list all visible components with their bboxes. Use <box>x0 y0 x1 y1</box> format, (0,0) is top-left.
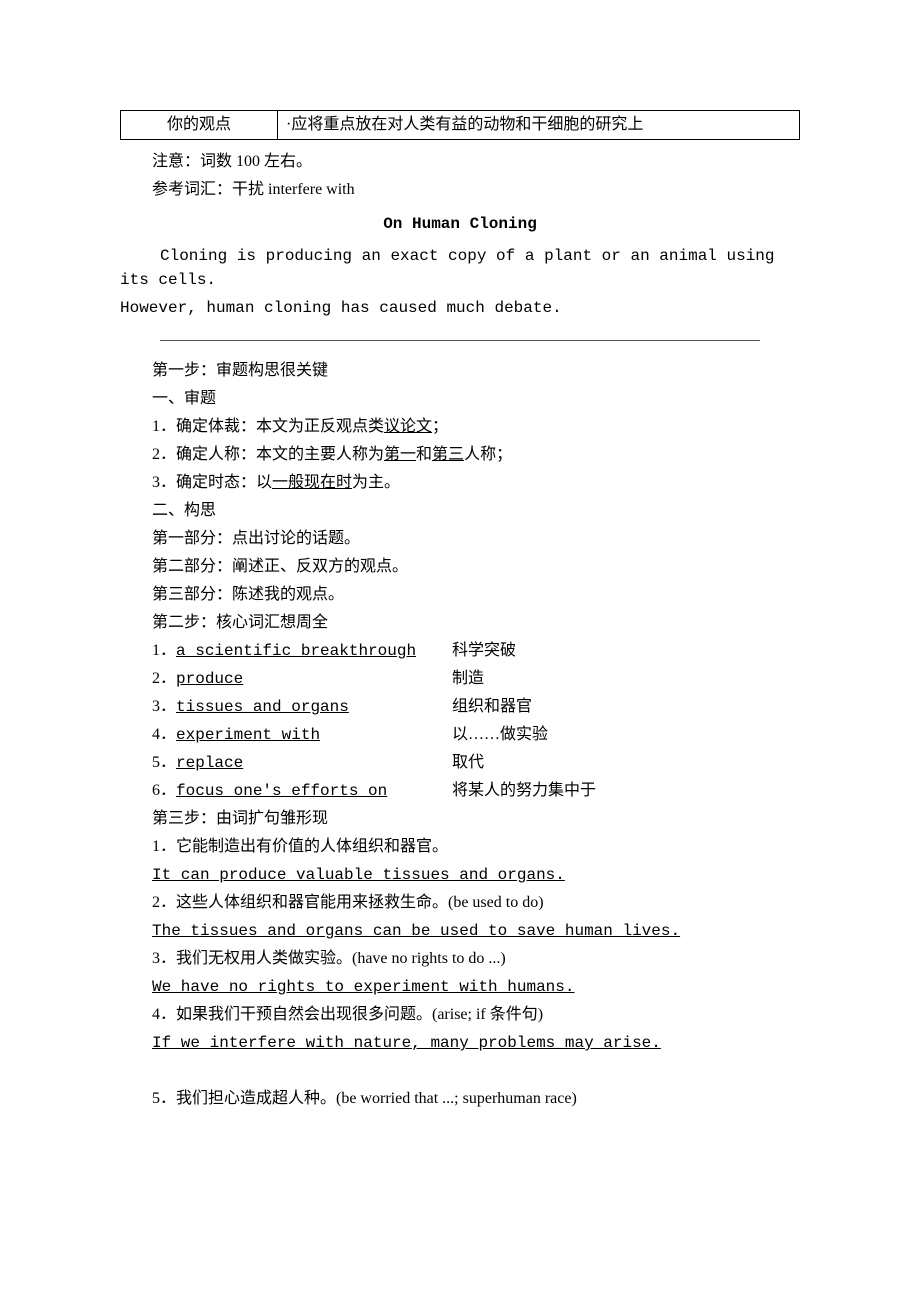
opinion-value-cell: ·应将重点放在对人类有益的动物和干细胞的研究上 <box>278 111 800 140</box>
sentence-cn: 2．这些人体组织和器官能用来拯救生命。(be used to do) <box>120 891 800 915</box>
divider-line <box>160 340 760 341</box>
underline-text: We have no rights to experiment with hum… <box>152 978 574 996</box>
step1-part-3: 第三部分：陈述我的观点。 <box>120 583 800 607</box>
vocab-en-text: a scientific breakthrough <box>176 642 416 660</box>
essay-title: On Human Cloning <box>120 212 800 236</box>
sentence-en: It can produce valuable tissues and orga… <box>120 863 800 887</box>
vocab-en: 5．replace <box>120 751 420 775</box>
vocab-row: 4．experiment with 以……做实验 <box>120 723 800 747</box>
text: 3．确定时态：以 <box>152 474 272 491</box>
vocab-num: 4． <box>152 726 176 743</box>
vocab-en-text: produce <box>176 670 243 688</box>
step1-sub-a: 一、审题 <box>120 387 800 411</box>
sentence-en: We have no rights to experiment with hum… <box>120 975 800 999</box>
underline-text: 一般现在时 <box>272 474 352 491</box>
vocab-num: 6． <box>152 782 176 799</box>
vocab-zh: 制造 <box>420 667 800 691</box>
underline-text: It can produce valuable tissues and orga… <box>152 866 565 884</box>
essay-line-2: However, human cloning has caused much d… <box>120 296 800 320</box>
vocab-row: 3．tissues and organs 组织和器官 <box>120 695 800 719</box>
step1-heading: 第一步：审题构思很关键 <box>120 359 800 383</box>
vocab-en-text: experiment with <box>176 726 320 744</box>
sentence-cn: 1．它能制造出有价值的人体组织和器官。 <box>120 835 800 859</box>
underline-text: The tissues and organs can be used to sa… <box>152 922 680 940</box>
step1-item-1: 1．确定体裁：本文为正反观点类议论文； <box>120 415 800 439</box>
word-count-note: 注意：词数 100 左右。 <box>120 150 800 174</box>
table-row: 你的观点 ·应将重点放在对人类有益的动物和干细胞的研究上 <box>121 111 800 140</box>
vocab-zh: 将某人的努力集中于 <box>420 779 800 803</box>
vocab-row: 2．produce 制造 <box>120 667 800 691</box>
vocab-en: 2．produce <box>120 667 420 691</box>
text: 和 <box>416 446 432 463</box>
vocab-en: 3．tissues and organs <box>120 695 420 719</box>
text: 1．确定体裁：本文为正反观点类 <box>152 418 384 435</box>
step1-part-1: 第一部分：点出讨论的话题。 <box>120 527 800 551</box>
vocab-zh: 以……做实验 <box>420 723 800 747</box>
step1-part-2: 第二部分：阐述正、反双方的观点。 <box>120 555 800 579</box>
vocab-zh: 科学突破 <box>420 639 800 663</box>
opinion-table: 你的观点 ·应将重点放在对人类有益的动物和干细胞的研究上 <box>120 110 800 140</box>
text: 2．确定人称：本文的主要人称为 <box>152 446 384 463</box>
step1-item-3: 3．确定时态：以一般现在时为主。 <box>120 471 800 495</box>
vocab-num: 5． <box>152 754 176 771</box>
vocab-row: 6．focus one's efforts on 将某人的努力集中于 <box>120 779 800 803</box>
vocab-en-text: tissues and organs <box>176 698 349 716</box>
vocab-en-text: replace <box>176 754 243 772</box>
vocab-en-text: focus one's efforts on <box>176 782 387 800</box>
sentence-en: The tissues and organs can be used to sa… <box>120 919 800 943</box>
vocab-num: 2． <box>152 670 176 687</box>
vocab-num: 1． <box>152 642 176 659</box>
spacer <box>120 1059 800 1083</box>
sentence-cn: 3．我们无权用人类做实验。(have no rights to do ...) <box>120 947 800 971</box>
step3-heading: 第三步：由词扩句雏形现 <box>120 807 800 831</box>
text: 人称； <box>464 446 512 463</box>
opinion-label-cell: 你的观点 <box>121 111 278 140</box>
text: 为主。 <box>352 474 400 491</box>
vocab-en: 1．a scientific breakthrough <box>120 639 420 663</box>
vocab-en: 6．focus one's efforts on <box>120 779 420 803</box>
vocab-row: 1．a scientific breakthrough 科学突破 <box>120 639 800 663</box>
sentence-cn-last: 5．我们担心造成超人种。(be worried that ...; superh… <box>120 1087 800 1111</box>
step2-heading: 第二步：核心词汇想周全 <box>120 611 800 635</box>
vocab-zh: 取代 <box>420 751 800 775</box>
underline-text: If we interfere with nature, many proble… <box>152 1034 661 1052</box>
vocab-num: 3． <box>152 698 176 715</box>
vocab-en: 4．experiment with <box>120 723 420 747</box>
underline-text: 议论文 <box>384 418 432 435</box>
document-page: 你的观点 ·应将重点放在对人类有益的动物和干细胞的研究上 注意：词数 100 左… <box>0 0 920 1302</box>
step1-item-2: 2．确定人称：本文的主要人称为第一和第三人称； <box>120 443 800 467</box>
vocab-row: 5．replace 取代 <box>120 751 800 775</box>
text: ； <box>432 418 448 435</box>
essay-line-1: Cloning is producing an exact copy of a … <box>120 244 800 292</box>
underline-text: 第三 <box>432 446 464 463</box>
vocab-zh: 组织和器官 <box>420 695 800 719</box>
sentence-en: If we interfere with nature, many proble… <box>120 1031 800 1055</box>
sentence-cn: 4．如果我们干预自然会出现很多问题。(arise; if 条件句) <box>120 1003 800 1027</box>
step1-sub-b: 二、构思 <box>120 499 800 523</box>
ref-vocab-note: 参考词汇：干扰 interfere with <box>120 178 800 202</box>
underline-text: 第一 <box>384 446 416 463</box>
